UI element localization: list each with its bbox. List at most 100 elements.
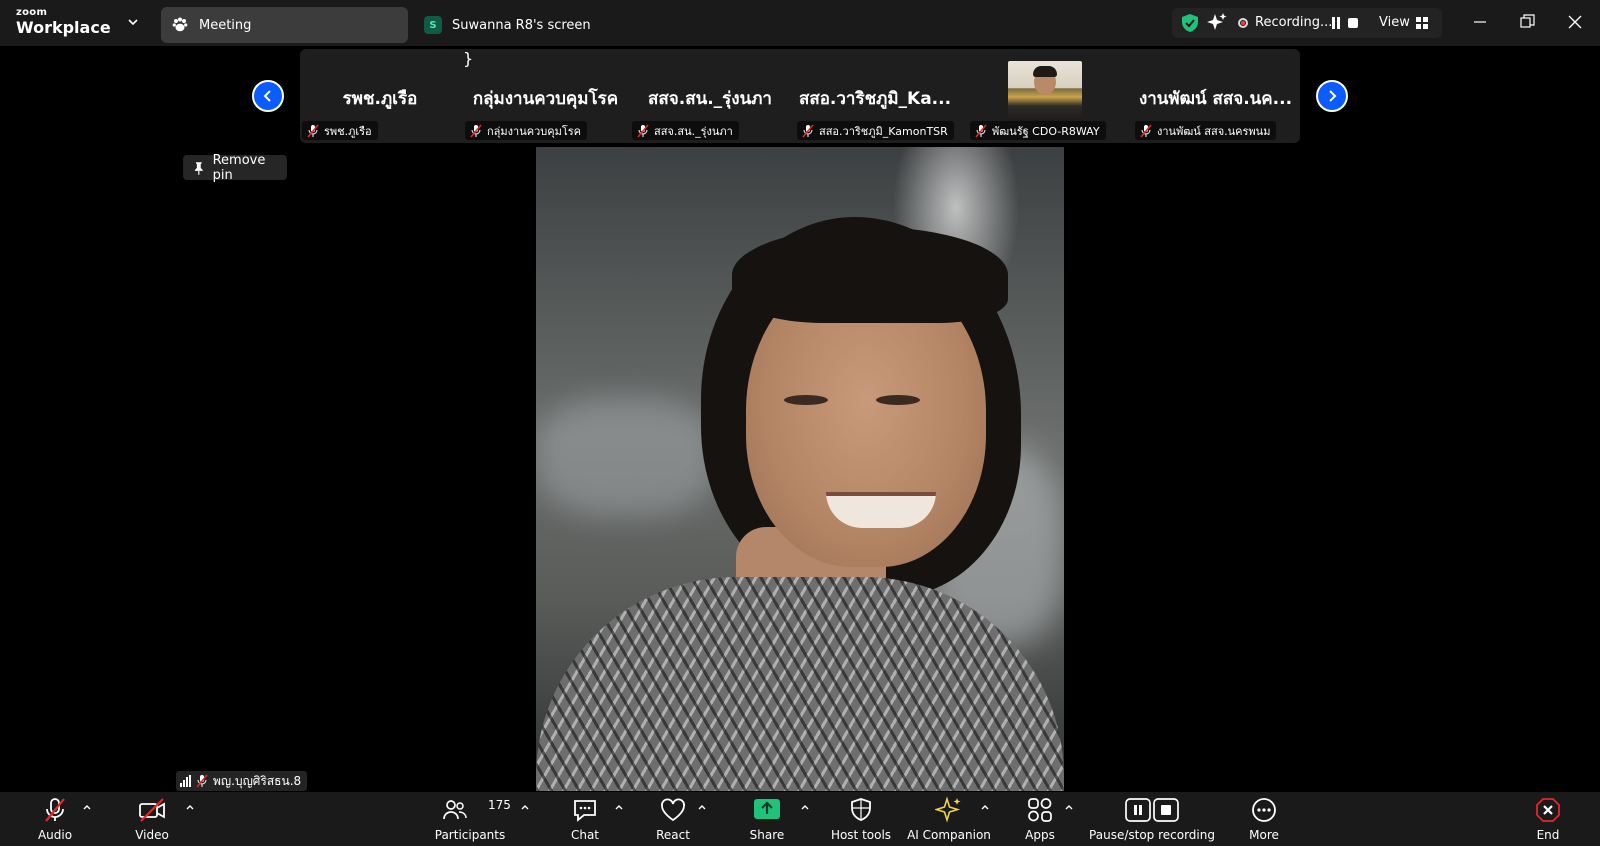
audio-label: Audio [37, 828, 73, 842]
ai-companion-label: AI Companion [907, 828, 991, 842]
more-button[interactable]: More [1244, 792, 1284, 846]
share-button[interactable]: Share [745, 792, 789, 846]
chevron-up-icon[interactable] [697, 802, 707, 812]
participant-tile[interactable]: รพช.ภูเรือ รพช.ภูเรือ [300, 49, 460, 143]
chevron-up-icon[interactable] [1064, 802, 1074, 812]
chevron-up-icon[interactable] [520, 802, 530, 812]
remove-pin-label: Remove pin [212, 152, 266, 183]
speaker-name: พญ.บุญศิริสธน.8 [213, 773, 302, 788]
stop-icon[interactable] [1347, 17, 1359, 29]
chevron-up-icon[interactable] [614, 802, 624, 812]
participants-label: Participants [434, 828, 506, 842]
close-icon[interactable] [1565, 12, 1585, 32]
shield-check-icon[interactable] [1180, 13, 1200, 33]
participant-label-text: สสอ.วาริชภูมิ_KamonTSR [819, 124, 948, 138]
participant-label: รพช.ภูเรือ [302, 121, 378, 140]
tab-meeting[interactable]: Meeting [161, 7, 408, 43]
participant-label-text: รพช.ภูเรือ [324, 124, 372, 138]
recording-status: Recording... [1255, 15, 1333, 30]
restore-icon[interactable] [1517, 12, 1537, 32]
meeting-toolbar: Audio Video Participants 175 Chat React … [0, 792, 1600, 846]
video-label: Video [135, 828, 169, 842]
chevron-down-icon[interactable] [126, 15, 140, 29]
host-shield-icon [851, 798, 871, 821]
participants-icon [443, 800, 467, 820]
participants-count: 175 [488, 798, 511, 812]
video-off-icon [139, 798, 165, 822]
chevron-up-icon[interactable] [800, 802, 810, 812]
ai-companion-button[interactable]: AI Companion [907, 792, 991, 846]
grid-icon[interactable] [1416, 17, 1428, 29]
mic-muted-icon [802, 123, 814, 138]
participant-avatar [1008, 61, 1082, 121]
end-button[interactable]: End [1530, 792, 1566, 846]
chevron-up-icon[interactable] [185, 802, 195, 812]
chevron-up-icon[interactable] [82, 802, 92, 812]
tab-shared-screen[interactable]: S Suwanna R8's screen [418, 7, 618, 43]
participant-label-text: สสจ.สน._รุ่งนภา [654, 124, 733, 138]
view-button[interactable]: View [1379, 15, 1410, 30]
mic-muted-icon [975, 123, 987, 138]
active-speaker-video[interactable] [536, 147, 1064, 791]
mic-muted-icon [45, 798, 65, 822]
strip-next-button[interactable] [1316, 80, 1348, 112]
brand-workplace: Workplace [16, 18, 111, 37]
react-button[interactable]: React [654, 792, 692, 846]
participant-tile[interactable]: สสจ.สน._รุ่งนภา สสจ.สน._รุ่งนภา [630, 49, 790, 143]
mic-muted-icon [470, 123, 482, 138]
participant-label-text: กลุ่มงานควบคุมโรค [487, 124, 582, 138]
end-label: End [1536, 828, 1560, 842]
chevron-up-icon[interactable] [980, 802, 990, 812]
chat-icon [574, 800, 596, 822]
participant-name-large: รพช.ภูเรือ [342, 89, 418, 109]
participant-label: งานพัฒน์ สสจ.นครพนม [1135, 121, 1277, 140]
audio-button[interactable]: Audio [34, 792, 76, 846]
record-icon [1238, 18, 1248, 28]
participant-name-large: กลุ่มงานควบคุมโรค [472, 89, 619, 109]
chevron-left-icon [263, 90, 271, 102]
sparkle-icon[interactable] [1206, 12, 1228, 34]
chat-button[interactable]: Chat [568, 792, 602, 846]
remove-pin-button[interactable]: Remove pin [183, 152, 287, 183]
meeting-status-bar: Recording... View [1172, 8, 1442, 38]
paw-icon [169, 14, 191, 36]
apps-button[interactable]: Apps [1022, 792, 1058, 846]
host-tools-label: Host tools [830, 828, 892, 842]
participant-label-text: พัฒนรัฐ CDO-R8WAY [992, 124, 1100, 138]
share-label: Share [749, 828, 785, 842]
mic-muted-icon [1140, 123, 1152, 138]
pause-stop-icon [1125, 798, 1179, 822]
mic-muted-icon [196, 774, 208, 788]
mic-muted-icon [307, 123, 319, 138]
zoom-logo: zoom Workplace [16, 8, 111, 36]
tab-shared-screen-label: Suwanna R8's screen [452, 17, 591, 33]
apps-icon [1028, 798, 1052, 822]
participant-tile[interactable]: งานพัฒน์ สสจ.นค... งานพัฒน์ สสจ.นครพนม [1133, 49, 1298, 143]
participant-strip: รพช.ภูเรือ รพช.ภูเรือ กลุ่มงานควบคุมโรค … [300, 49, 1300, 143]
more-icon [1252, 798, 1276, 822]
strip-prev-button[interactable] [252, 80, 284, 112]
speaker-name-label: พญ.บุญศิริสธน.8 [176, 771, 308, 791]
pause-icon[interactable] [1330, 17, 1342, 29]
host-tools-button[interactable]: Host tools [830, 792, 892, 846]
pause-stop-label: Pause/stop recording [1089, 828, 1215, 842]
participant-tile[interactable]: กลุ่มงานควบคุมโรค กลุ่มงานควบคุมโรค } [463, 49, 628, 143]
share-screen-icon [754, 799, 780, 819]
participant-label: กลุ่มงานควบคุมโรค [465, 121, 588, 140]
tab-meeting-label: Meeting [199, 17, 252, 33]
title-bar: zoom Workplace Meeting S Suwanna R8's sc… [0, 0, 1600, 46]
pause-stop-recording-button[interactable]: Pause/stop recording [1089, 792, 1215, 846]
share-badge: S [422, 14, 444, 36]
minimize-icon[interactable] [1470, 12, 1490, 32]
end-icon [1536, 798, 1560, 822]
participant-tile[interactable]: พัฒนรัฐ CDO-R8WAY [968, 49, 1123, 143]
participant-label: สสจ.สน._รุ่งนภา [632, 121, 739, 140]
participant-name-large: สสจ.สน._รุ่งนภา [648, 89, 772, 109]
chevron-right-icon [1329, 90, 1337, 102]
react-label: React [656, 828, 690, 842]
apps-label: Apps [1025, 828, 1055, 842]
video-button[interactable]: Video [130, 792, 174, 846]
ai-sparkle-icon [935, 796, 961, 823]
participant-tile[interactable]: สสอ.วาริชภูมิ_Ka... สสอ.วาริชภูมิ_KamonT… [795, 49, 955, 143]
brand-zoom: zoom [16, 7, 48, 18]
